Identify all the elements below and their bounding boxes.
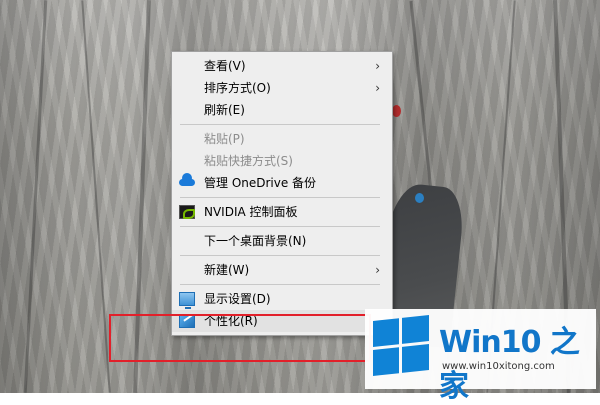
menu-item-display-settings[interactable]: 显示设置(D) xyxy=(172,288,392,310)
menu-item-label: NVIDIA 控制面板 xyxy=(204,205,298,219)
menu-item-label: 管理 OneDrive 备份 xyxy=(204,176,317,190)
menu-item-nvidia-control-panel[interactable]: NVIDIA 控制面板 xyxy=(172,201,392,223)
menu-item-label: 显示设置(D) xyxy=(204,292,271,306)
menu-item-sort-by[interactable]: 排序方式(O) › xyxy=(172,77,392,99)
menu-item-label: 查看(V) xyxy=(204,59,246,73)
menu-item-label: 刷新(E) xyxy=(204,103,245,117)
menu-item-label: 粘贴(P) xyxy=(204,132,245,146)
climber-red xyxy=(392,105,401,117)
chevron-right-icon: › xyxy=(375,81,380,95)
menu-separator xyxy=(180,284,380,285)
onedrive-icon xyxy=(179,173,195,190)
menu-item-label: 下一个桌面背景(N) xyxy=(204,234,307,248)
menu-separator xyxy=(180,255,380,256)
menu-item-label: 粘贴快捷方式(S) xyxy=(204,154,293,168)
climber-blue xyxy=(415,193,424,203)
menu-item-next-desktop-background[interactable]: 下一个桌面背景(N) xyxy=(172,230,392,252)
menu-separator xyxy=(180,226,380,227)
highlight-annotation-box xyxy=(109,314,371,362)
win10-watermark: Win10 之家 www.win10xitong.com xyxy=(365,309,596,404)
menu-separator xyxy=(180,124,380,125)
desktop-context-menu: 查看(V) › 排序方式(O) › 刷新(E) 粘贴(P) 粘贴快捷方式(S) … xyxy=(171,51,393,336)
windows-logo-icon xyxy=(373,315,429,377)
chevron-right-icon: › xyxy=(375,59,380,73)
menu-item-label: 新建(W) xyxy=(204,263,250,277)
menu-item-new[interactable]: 新建(W) › xyxy=(172,259,392,281)
menu-item-paste: 粘贴(P) xyxy=(172,128,392,150)
menu-item-label: 排序方式(O) xyxy=(204,81,271,95)
menu-item-refresh[interactable]: 刷新(E) xyxy=(172,99,392,121)
nvidia-icon xyxy=(179,205,195,219)
chevron-right-icon: › xyxy=(375,263,380,277)
watermark-url: www.win10xitong.com xyxy=(442,361,555,372)
menu-item-view[interactable]: 查看(V) › xyxy=(172,55,392,77)
display-settings-icon xyxy=(179,292,195,309)
menu-separator xyxy=(180,197,380,198)
menu-item-manage-onedrive-backup[interactable]: 管理 OneDrive 备份 xyxy=(172,172,392,194)
menu-item-paste-shortcut: 粘贴快捷方式(S) xyxy=(172,150,392,172)
